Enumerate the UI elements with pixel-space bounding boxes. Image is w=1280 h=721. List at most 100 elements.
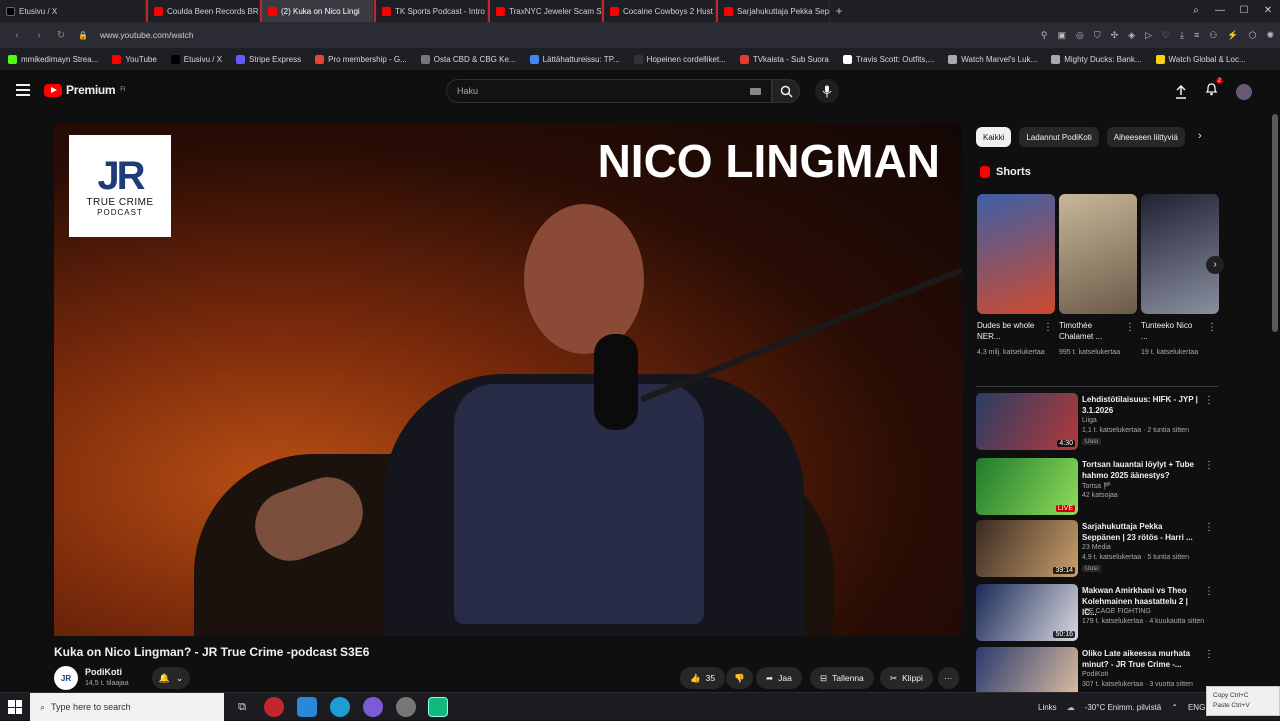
edge-icon[interactable] <box>330 697 350 717</box>
search-tabs-icon[interactable]: ⌕ <box>1184 0 1208 22</box>
ai-icon[interactable]: ✺ <box>1266 30 1274 41</box>
links-toolbar[interactable]: Links <box>1038 703 1057 712</box>
short-title[interactable]: Dudes be whole NER... <box>977 320 1037 342</box>
url-field[interactable]: www.youtube.com/watch <box>100 30 194 40</box>
hamburger-menu-icon[interactable] <box>16 84 30 96</box>
video-thumbnail[interactable]: 39:14 <box>976 520 1078 577</box>
discord-icon[interactable] <box>363 697 383 717</box>
channel-avatar[interactable]: JR <box>54 666 78 690</box>
opera-icon[interactable] <box>264 697 284 717</box>
bookmark-item[interactable]: Watch Global & Loc... <box>1155 54 1246 64</box>
recommendation-title[interactable]: Tortsan lauantai löylyt + Tube hahmo 202… <box>1082 459 1202 481</box>
paint-icon[interactable] <box>297 697 317 717</box>
recommendation-channel[interactable]: Tortsa 🏴 <box>1082 482 1112 490</box>
close-icon[interactable]: ✕ <box>1256 0 1280 22</box>
tab-5[interactable]: Cocaine Cowboys 2 Hust <box>602 0 716 22</box>
recommendation-item[interactable]: 4:30 Lehdistötilaisuus: HIFK - JYP | 3.1.… <box>976 393 1222 453</box>
weather-status[interactable]: -30°C Enimm. pilvistä <box>1085 703 1162 712</box>
bookmark-item[interactable]: TVkaista - Sub Suora <box>739 54 829 64</box>
short-thumbnail[interactable] <box>1059 194 1137 314</box>
bookmark-item[interactable]: Pro membership - G... <box>315 54 407 64</box>
find-icon[interactable]: ⚲ <box>1041 30 1048 41</box>
play-icon[interactable]: ▷ <box>1145 30 1152 41</box>
lock-icon[interactable]: 🔒 <box>72 31 94 40</box>
bookmark-item[interactable]: YouTube <box>112 54 157 64</box>
short-title[interactable]: Timothée Chalamet ... <box>1059 320 1119 342</box>
bookmark-item[interactable]: Stripe Express <box>236 54 301 64</box>
bookmark-item[interactable]: Mighty Ducks: Bank... <box>1051 54 1142 64</box>
chevron-right-icon[interactable]: › <box>1198 130 1202 142</box>
channel-name[interactable]: PodiKoti <box>85 667 122 677</box>
video-player[interactable]: JR TRUE CRIME PODCAST NICO LINGMAN <box>54 124 962 636</box>
shield-icon[interactable]: ⛉ <box>1094 30 1101 41</box>
bookmark-item[interactable]: Watch Marvel's Luk... <box>948 54 1037 64</box>
like-button[interactable]: 👍 35 <box>680 667 726 689</box>
clip-button[interactable]: ✂ Klippi <box>880 667 933 689</box>
more-vert-icon[interactable]: ⋮ <box>1204 522 1214 533</box>
tab-6[interactable]: Sarjahukuttaja Pekka Sepp <box>716 0 830 22</box>
back-icon[interactable]: ‹ <box>6 30 28 41</box>
task-view-icon[interactable]: ⧉ <box>232 697 252 717</box>
profile-icon[interactable]: ⚇ <box>1209 30 1217 41</box>
notifications-button[interactable]: 2 <box>1205 78 1223 101</box>
forward-icon[interactable]: › <box>28 30 50 41</box>
bookmark-item[interactable]: Travis Scott: Outfits,... <box>842 54 934 64</box>
short-title[interactable]: Tunteeko Nico ... <box>1141 320 1201 342</box>
menu-icon[interactable]: ≡ <box>1194 30 1199 40</box>
recommendation-title[interactable]: Sarjahukuttaja Pekka Seppänen | 23 rötös… <box>1082 521 1202 543</box>
new-tab-button[interactable]: + <box>830 4 848 18</box>
more-vert-icon[interactable]: ⋮ <box>1207 322 1217 333</box>
more-vert-icon[interactable]: ⋮ <box>1204 586 1214 597</box>
more-vert-icon[interactable]: ⋮ <box>1204 460 1214 471</box>
page-scrollbar[interactable] <box>1272 114 1278 332</box>
short-thumbnail[interactable] <box>1141 194 1219 314</box>
share-button[interactable]: ➦ Jaa <box>756 667 802 689</box>
search-button[interactable] <box>772 79 800 103</box>
filter-chip[interactable]: Aiheeseen liittyviä <box>1106 127 1185 147</box>
bookmark-item[interactable]: Etusivu / X <box>170 54 222 64</box>
recommendation-item[interactable]: 39:14 Sarjahukuttaja Pekka Seppänen | 23 … <box>976 520 1222 580</box>
cube-icon[interactable]: ◈ <box>1128 30 1135 41</box>
subscription-bell-button[interactable]: 🔔 ⌄ <box>152 667 190 689</box>
more-vert-icon[interactable]: ⋮ <box>1125 322 1135 333</box>
more-actions-button[interactable]: ··· <box>938 667 959 689</box>
bookmark-item[interactable]: Lättähattureissu: TP... <box>529 54 620 64</box>
account-avatar[interactable] <box>1236 83 1252 100</box>
video-thumbnail[interactable]: 50:16 <box>976 584 1078 641</box>
bookmark-item[interactable]: mmikedimayn Strea... <box>8 54 98 64</box>
recommendation-channel[interactable]: 23 Media <box>1082 544 1111 551</box>
active-app-icon[interactable] <box>428 697 448 717</box>
more-vert-icon[interactable]: ⋮ <box>1043 322 1053 333</box>
bookmark-item[interactable]: Hopeinen cordelliket... <box>633 54 726 64</box>
chevron-up-icon[interactable]: ⌃ <box>1171 703 1178 712</box>
reload-icon[interactable]: ↻ <box>50 30 72 41</box>
recommendation-item[interactable]: LIVE Tortsan lauantai löylyt + Tube hahmo… <box>976 458 1222 518</box>
taskbar-search-input[interactable]: ⌕ Type here to search <box>30 693 224 721</box>
bookmark-item[interactable]: Osta CBD & CBG Ke... <box>420 54 516 64</box>
shorts-next-button[interactable]: › <box>1206 256 1224 274</box>
maximize-icon[interactable]: ☐ <box>1232 0 1256 22</box>
voice-search-button[interactable] <box>815 79 839 103</box>
filter-chip[interactable]: Ladannut PodiKoti <box>1019 127 1099 147</box>
tab-1[interactable]: Coulda Been Records BRO <box>146 0 260 22</box>
search-input[interactable]: Haku <box>446 79 772 103</box>
recommendation-title[interactable]: Oliko Late aikeessa murhata minut? - JR … <box>1082 648 1202 670</box>
recommendation-item[interactable]: 50:16 Makwan Amirkhani vs Theo Kolehmaine… <box>976 584 1222 644</box>
keyboard-icon[interactable] <box>750 88 761 95</box>
input-language[interactable]: ENG <box>1188 703 1205 712</box>
dislike-button[interactable]: 👎 <box>726 667 753 689</box>
download-icon[interactable]: ⤓ <box>1180 30 1184 41</box>
recommendation-channel[interactable]: PodiKoti <box>1082 671 1108 678</box>
recommendation-channel[interactable]: Liiga <box>1082 417 1097 424</box>
recommendation-channel[interactable]: ICE CAGE FIGHTING <box>1082 608 1151 615</box>
recommendation-title[interactable]: Lehdistötilaisuus: HIFK - JYP | 3.1.2026 <box>1082 394 1202 416</box>
short-thumbnail[interactable] <box>977 194 1055 314</box>
camera-icon[interactable]: ◎ <box>1076 30 1084 41</box>
heart-icon[interactable]: ♡ <box>1162 30 1170 41</box>
video-thumbnail[interactable]: 4:30 <box>976 393 1078 450</box>
extension-icon[interactable]: ✣ <box>1111 30 1119 41</box>
tab-4[interactable]: TraxNYC Jeweler Scam Sit <box>488 0 602 22</box>
windows-start-icon[interactable] <box>8 700 22 714</box>
tab-3[interactable]: TK Sports Podcast - Intro <box>374 0 488 22</box>
video-thumbnail[interactable]: LIVE <box>976 458 1078 515</box>
